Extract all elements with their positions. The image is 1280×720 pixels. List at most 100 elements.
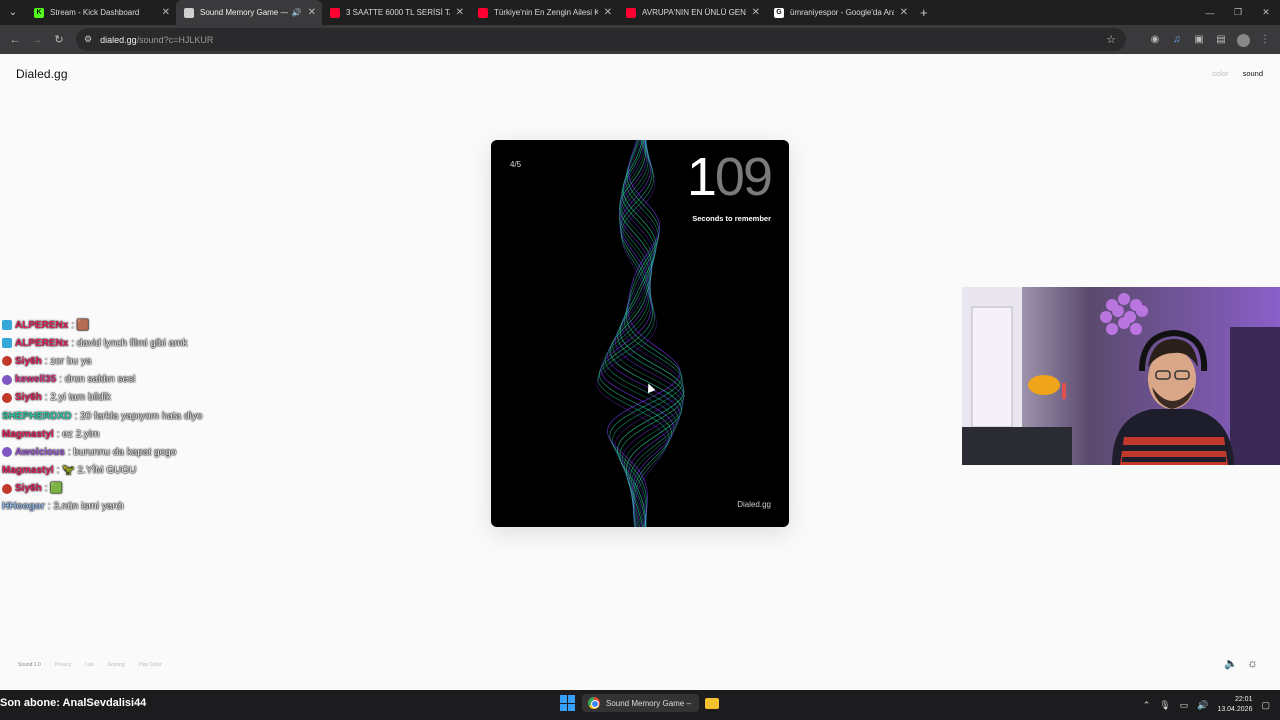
tab-close-icon[interactable]: ✕ [752, 7, 760, 18]
tray-chevron-icon[interactable]: ⌃ [1143, 700, 1151, 711]
network-icon[interactable]: ▭ [1180, 700, 1189, 711]
chat-username: ALPERENx [15, 319, 69, 331]
tab-favicon-icon: K [34, 7, 44, 18]
windows-start-icon[interactable] [560, 695, 576, 711]
chat-username: Siy6h [15, 483, 42, 495]
webcam-feed [962, 287, 1280, 465]
new-tab-plus-icon[interactable]: + [920, 5, 928, 20]
site-logo[interactable]: Dialed.gg [16, 67, 68, 81]
file-explorer-icon[interactable] [704, 697, 719, 709]
tab-close-icon[interactable]: ✕ [456, 7, 464, 18]
speaker-icon[interactable]: 🔈 [1224, 657, 1238, 670]
minimize-icon[interactable]: — [1196, 8, 1224, 18]
countdown-timer: 109 [686, 147, 773, 207]
browser-tab[interactable]: 3 SAATTE 6000 TL SERİSİ TARS ✕ [322, 0, 470, 25]
browser-menu-icon[interactable]: ⋮ [1256, 29, 1274, 49]
chat-username: ALPERENx [15, 337, 69, 349]
tab-title: Stream - Kick Dashboard [50, 8, 140, 17]
address-bar[interactable]: ⚙ dialed.gg /sound?c=HJLKUR ☆ [76, 28, 1126, 51]
tab-favicon-icon: G [774, 7, 784, 18]
system-clock[interactable]: 22:01 13.04.2026 [1217, 695, 1252, 715]
tab-close-icon[interactable]: ✕ [308, 7, 316, 18]
extension-icons: ◉ ♫ ▣ ▤ ⋮ [1146, 29, 1274, 49]
window-controls: — ❐ ✕ [1196, 0, 1280, 25]
chat-username: Magmastyl [2, 465, 54, 477]
url-host: dialed.gg [100, 34, 137, 45]
chat-message: Siy6h: 🟩 [2, 480, 262, 498]
tab-favicon-icon [626, 7, 636, 18]
chat-text: : 🟫 [71, 319, 90, 331]
sun-theme-icon[interactable]: ☼ [1247, 656, 1258, 670]
tab-search-chevron-icon[interactable]: ⌄ [0, 0, 26, 25]
mode-sound-link[interactable]: sound [1243, 69, 1263, 78]
browser-tab[interactable]: Sound Memory Game — H 🔊 ✕ [176, 0, 322, 25]
tab-audio-icon[interactable]: 🔊 [292, 8, 302, 17]
game-card[interactable]: 4/5 109 Seconds to remember Dialed.gg [491, 140, 789, 527]
maximize-icon[interactable]: ❐ [1224, 7, 1252, 18]
clock-date: 13.04.2026 [1217, 706, 1253, 713]
chat-username: SHEPHERDXD [2, 410, 72, 422]
stream-chat-overlay: ALPERENx: 🟫 ALPERENx: david lynch filmi g… [2, 316, 262, 516]
forward-arrow-icon[interactable]: → [26, 34, 48, 46]
chat-text: : 3.nün ismi yardı [47, 501, 124, 513]
site-settings-icon[interactable]: ⚙ [84, 34, 92, 45]
side-panel-icon[interactable]: ▤ [1212, 29, 1230, 49]
tab-close-icon[interactable]: ✕ [900, 7, 908, 18]
mode-color-link[interactable]: color [1212, 69, 1228, 78]
close-window-icon[interactable]: ✕ [1252, 7, 1280, 18]
chat-message: kewell35: dron saldırı sesi [2, 371, 262, 389]
footer-link[interactable]: Scoring [108, 662, 125, 668]
bookmark-star-icon[interactable]: ☆ [1106, 33, 1116, 46]
timer-digit-primary: 1 [686, 147, 717, 207]
back-arrow-icon[interactable]: ← [4, 34, 26, 46]
chat-message: Awolcious: burunnu da kapat gogo [2, 443, 262, 461]
browser-tab[interactable]: Türkiye'nin En Zengin Ailesi Ko ✕ [470, 0, 618, 25]
card-brand: Dialed.gg [737, 500, 771, 509]
url-path: /sound?c=HJLKUR [136, 34, 214, 45]
tab-title: 3 SAATTE 6000 TL SERİSİ TARS [346, 8, 450, 17]
extensions-puzzle-icon[interactable]: ▣ [1190, 29, 1208, 49]
chat-text: : dron saldırı sesi [59, 374, 136, 386]
taskbar-chrome-window[interactable]: Sound Memory Game – [582, 694, 699, 712]
footer-link[interactable]: Privacy [55, 662, 71, 668]
footer-links: Sound 1.0 Privacy Lab Scoring Play Color [18, 662, 162, 668]
chat-text: : burunnu da kapat gogo [67, 446, 177, 458]
browser-tab[interactable]: K Stream - Kick Dashboard ✕ [26, 0, 176, 25]
chat-text: : zor bu ya [44, 355, 92, 367]
browser-tab[interactable]: AVRUPA'NIN EN ÜNLÜ GENELE ✕ [618, 0, 766, 25]
chat-message: ALPERENx: 🟫 [2, 316, 262, 334]
tab-title: Türkiye'nin En Zengin Ailesi Ko [494, 8, 598, 17]
reload-icon[interactable]: ↻ [48, 33, 70, 46]
footer-link[interactable]: Play Color [139, 662, 162, 668]
chat-text: : ez 2.yim [56, 428, 100, 440]
chat-username: Siy6h [15, 355, 42, 367]
extension-icon[interactable]: ◉ [1146, 29, 1164, 49]
chat-badge-icon [2, 320, 12, 331]
footer-link[interactable]: Lab [85, 662, 93, 668]
version-label: Sound 1.0 [18, 662, 41, 668]
volume-icon[interactable]: 🔊 [1197, 700, 1208, 711]
tab-strip: K Stream - Kick Dashboard ✕ Sound Memory Ga… [26, 0, 914, 25]
tab-close-icon[interactable]: ✕ [604, 7, 612, 18]
tab-favicon-icon [330, 7, 340, 18]
chat-username: Siy6h [15, 392, 42, 404]
chat-message: Magmastyl: ez 2.yim [2, 425, 262, 443]
browser-tab[interactable]: Gümraniyespor - Google'da Ara ✕ [766, 0, 914, 25]
tab-favicon-icon [478, 7, 488, 18]
tab-close-icon[interactable]: ✕ [162, 7, 170, 18]
tab-title: AVRUPA'NIN EN ÜNLÜ GENELE [642, 8, 746, 17]
tab-title: ümraniyespor - Google'da Ara [790, 8, 894, 17]
microphone-icon[interactable]: 🎙 [1159, 700, 1170, 711]
taskbar-chrome-label: Sound Memory Game – [606, 698, 691, 708]
chat-text: : 2.yi tam bildik [44, 392, 111, 404]
chat-message: Siy6h: 2.yi tam bildik [2, 389, 262, 407]
timer-digit-secondary: 09 [714, 147, 773, 207]
profile-avatar[interactable] [1234, 29, 1252, 49]
notification-icon[interactable]: ▢ [1261, 700, 1270, 711]
chat-badge-icon [2, 483, 12, 494]
browser-tab-bar: ⌄ K Stream - Kick Dashboard ✕ Sound Memory … [0, 0, 1280, 25]
chrome-icon [588, 697, 600, 709]
chat-badge-icon [2, 392, 12, 403]
timer-label: Seconds to remember [692, 214, 771, 223]
media-control-icon[interactable]: ♫ [1168, 29, 1186, 49]
